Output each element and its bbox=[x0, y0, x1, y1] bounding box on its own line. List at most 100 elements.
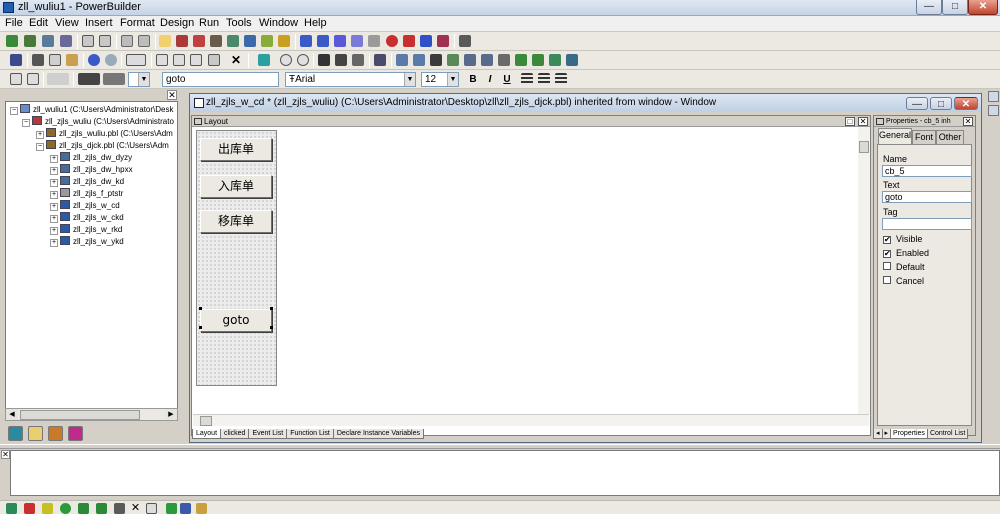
scroll-thumb[interactable] bbox=[20, 410, 140, 420]
scroll-left-icon[interactable]: ◀ bbox=[6, 409, 18, 420]
continue-icon[interactable] bbox=[166, 503, 177, 514]
graph-icon[interactable] bbox=[566, 54, 578, 66]
tag-field[interactable] bbox=[882, 218, 972, 230]
system-tree-tab-icon[interactable] bbox=[8, 426, 23, 441]
selection-handle[interactable] bbox=[199, 326, 202, 329]
output-close-icon[interactable]: ✕ bbox=[1, 450, 10, 459]
global-vars-icon[interactable] bbox=[481, 54, 493, 66]
underline-button[interactable]: U bbox=[500, 72, 514, 87]
collapse-icon[interactable]: − bbox=[22, 119, 30, 127]
stop-icon[interactable]: ✕ bbox=[130, 503, 141, 514]
deploy-workspace-icon[interactable] bbox=[351, 35, 363, 47]
command-button-icon[interactable] bbox=[126, 54, 146, 66]
bold-button[interactable]: B bbox=[466, 72, 480, 87]
layout-icon[interactable] bbox=[82, 35, 94, 47]
font-name-select[interactable]: ŦArial ▼ bbox=[285, 72, 416, 87]
variables-icon[interactable] bbox=[180, 503, 191, 514]
menu-tools[interactable]: Tools bbox=[226, 17, 252, 29]
painter-maximize-button[interactable]: □ bbox=[930, 97, 952, 110]
tree-item-object[interactable]: + zll_zjls_w_ykd bbox=[50, 236, 124, 248]
select-run-icon[interactable] bbox=[437, 35, 449, 47]
default-checkbox[interactable]: Default bbox=[883, 262, 925, 272]
run-icon[interactable] bbox=[420, 35, 432, 47]
font-size-select[interactable]: 12 ▼ bbox=[421, 72, 459, 87]
new-icon[interactable] bbox=[6, 35, 18, 47]
minimize-button[interactable]: — bbox=[916, 0, 942, 15]
menu-file[interactable]: File bbox=[5, 17, 23, 29]
preview-icon[interactable] bbox=[121, 35, 133, 47]
smiley-icon[interactable] bbox=[60, 503, 71, 514]
expand-icon[interactable]: + bbox=[50, 227, 58, 235]
tab-declare-instance-variables[interactable]: Declare Instance Variables bbox=[332, 429, 425, 439]
tree-item-object[interactable]: + zll_zjls_w_cd bbox=[50, 200, 120, 212]
splitter[interactable] bbox=[0, 444, 1000, 449]
output-tab-icon[interactable] bbox=[48, 426, 63, 441]
function-list-icon[interactable] bbox=[430, 54, 442, 66]
database-icon[interactable] bbox=[210, 35, 222, 47]
inherit-icon[interactable] bbox=[24, 35, 36, 47]
tab-other[interactable]: Other bbox=[936, 130, 964, 144]
expand-icon[interactable]: + bbox=[50, 167, 58, 175]
selection-handle[interactable] bbox=[270, 307, 273, 310]
script-icon[interactable] bbox=[374, 54, 386, 66]
duplicate-icon[interactable] bbox=[156, 54, 168, 66]
name-field[interactable]: cb_5 bbox=[882, 165, 972, 177]
external-function-icon[interactable] bbox=[498, 54, 510, 66]
build-icon[interactable] bbox=[300, 35, 312, 47]
close-button[interactable]: ✕ bbox=[968, 0, 998, 15]
space-icon[interactable] bbox=[78, 73, 100, 85]
tree-item-target[interactable]: − zll_zjls_wuliu (C:\Users\Administrato bbox=[22, 116, 174, 128]
tab-order-icon[interactable] bbox=[173, 54, 185, 66]
redo-icon[interactable] bbox=[105, 54, 117, 66]
todo-tab-icon[interactable] bbox=[68, 426, 83, 441]
menu-view[interactable]: View bbox=[55, 17, 79, 29]
tab-function-list[interactable]: Function List bbox=[286, 429, 334, 439]
size-icon[interactable] bbox=[103, 73, 125, 85]
tree-item-object[interactable]: + zll_zjls_dw_hpxx bbox=[50, 164, 133, 176]
tree-item-object[interactable]: + zll_zjls_dw_dyzy bbox=[50, 152, 132, 164]
cancel-checkbox[interactable]: Cancel bbox=[883, 276, 924, 286]
application-icon[interactable] bbox=[176, 35, 188, 47]
browser-icon[interactable] bbox=[60, 35, 72, 47]
send-back-icon[interactable] bbox=[27, 73, 39, 85]
expand-icon[interactable]: + bbox=[50, 191, 58, 199]
layout-maximize-icon[interactable]: □ bbox=[845, 117, 855, 126]
step-in-icon[interactable] bbox=[78, 503, 89, 514]
cb-yiku-button[interactable]: 移库单 bbox=[200, 210, 272, 233]
step-over-icon[interactable] bbox=[114, 503, 125, 514]
clip-window-tab-icon[interactable] bbox=[28, 426, 43, 441]
layout-vertical-scrollbar[interactable] bbox=[858, 127, 870, 414]
painter-minimize-button[interactable]: — bbox=[906, 97, 928, 110]
expand-icon[interactable]: + bbox=[36, 131, 44, 139]
split-view-icon[interactable] bbox=[99, 35, 111, 47]
tab-layout[interactable]: Layout bbox=[192, 429, 222, 439]
exit-icon[interactable] bbox=[459, 35, 471, 47]
edit-icon[interactable] bbox=[278, 35, 290, 47]
layout-view[interactable]: Layout □ ✕ bbox=[191, 115, 871, 436]
cb-goto-button[interactable]: goto bbox=[200, 309, 272, 332]
painter-close-button[interactable]: ✕ bbox=[954, 97, 978, 110]
menu-format[interactable]: Format bbox=[120, 17, 155, 29]
menu-insert[interactable]: Insert bbox=[85, 17, 113, 29]
tree-item-object[interactable]: + zll_zjls_f_ptstr bbox=[50, 188, 123, 200]
tab-properties[interactable]: Properties bbox=[890, 429, 928, 439]
build-workspace-icon[interactable] bbox=[334, 35, 346, 47]
uncomment-icon[interactable] bbox=[297, 54, 309, 66]
select-all-icon[interactable] bbox=[190, 54, 202, 66]
tab-control-list[interactable]: Control List bbox=[926, 429, 969, 439]
checkbox-checked[interactable]: ✔ bbox=[883, 250, 891, 258]
breakpoints-icon[interactable] bbox=[196, 503, 207, 514]
tab-general[interactable]: General bbox=[878, 128, 912, 144]
debug-icon[interactable] bbox=[386, 35, 398, 47]
bring-front-icon[interactable] bbox=[10, 73, 22, 85]
text-field[interactable]: goto bbox=[882, 191, 972, 203]
tree-item-library[interactable]: − zll_zjls_djck.pbl (C:\Users\Adm bbox=[36, 140, 169, 152]
menu-edit[interactable]: Edit bbox=[29, 17, 48, 29]
page-icon[interactable] bbox=[208, 54, 220, 66]
tree-item-object[interactable]: + zll_zjls_w_rkd bbox=[50, 224, 122, 236]
copy-icon[interactable] bbox=[49, 54, 61, 66]
tree-item-workspace[interactable]: − zll_wuliu1 (C:\Users\Administrator\Desk bbox=[10, 104, 173, 116]
deploy-icon[interactable] bbox=[317, 35, 329, 47]
color-combo[interactable]: ▼ bbox=[128, 72, 150, 87]
tree-close-icon[interactable]: ✕ bbox=[167, 90, 177, 100]
